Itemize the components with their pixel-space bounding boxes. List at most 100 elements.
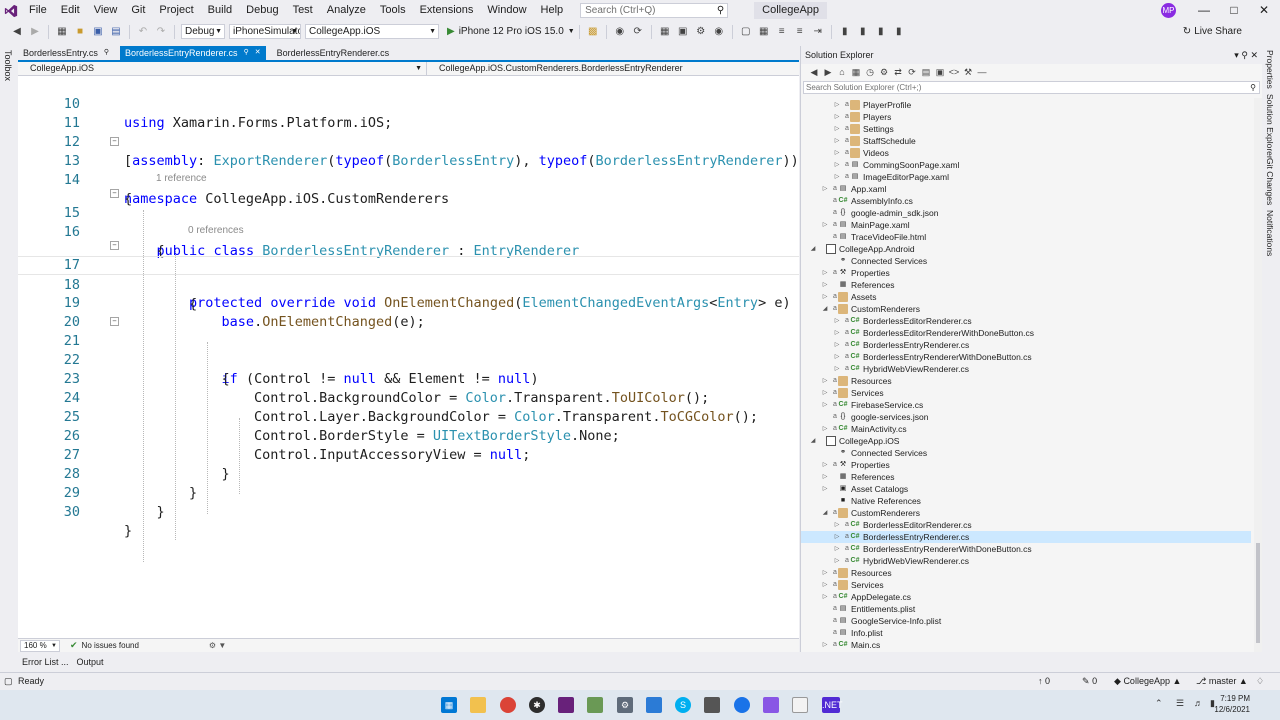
tree-item[interactable]: ▷ a ⚒ Properties (801, 459, 1251, 471)
tree-item[interactable]: ▷ a C# Main.cs (801, 639, 1251, 651)
menu-build[interactable]: Build (201, 0, 239, 21)
visual-studio-icon[interactable] (558, 697, 574, 713)
expand-arrow-icon[interactable]: ▷ (833, 159, 841, 171)
tree-item[interactable]: ▷ a C# BorderlessEntryRendererWithDoneButto… (801, 351, 1251, 363)
format-icon[interactable]: ≡ (774, 24, 790, 40)
codelens-references[interactable]: 1 reference (156, 172, 207, 185)
configuration-select[interactable]: Debug ▼ (181, 24, 225, 39)
skype-icon[interactable]: S (675, 697, 691, 713)
switch-views-icon[interactable]: ▦ (849, 65, 863, 79)
tree-item[interactable]: ▷ ▦ References (801, 471, 1251, 483)
solution-explorer-search[interactable]: Search Solution Explorer (Ctrl+;) ⚲ (803, 81, 1260, 94)
collapse-icon[interactable]: – (110, 241, 119, 250)
expand-arrow-icon[interactable]: ▷ (833, 519, 841, 531)
doc-tab-borderless-entry-renderer-android[interactable]: BorderlessEntryRenderer.cs (272, 46, 395, 60)
run-button[interactable]: ▶ iPhone 12 Pro iOS 15.0 ▼ (447, 26, 575, 37)
tree-item[interactable]: ▷ a C# AppDelegate.cs (801, 591, 1251, 603)
start-icon[interactable]: ▦ (441, 697, 457, 713)
chrome-icon[interactable] (500, 697, 516, 713)
expand-arrow-icon[interactable]: ▷ (821, 591, 829, 603)
menu-project[interactable]: Project (152, 0, 200, 21)
pin-icon[interactable]: ⚲ (1241, 50, 1248, 60)
expand-arrow-icon[interactable]: ▷ (821, 279, 829, 291)
history-icon[interactable]: ◷ (863, 65, 877, 79)
menu-test[interactable]: Test (286, 0, 320, 21)
tree-item[interactable]: ▷ a Services (801, 387, 1251, 399)
tree-item[interactable]: ◢ a CustomRenderers (801, 303, 1251, 315)
expand-arrow-icon[interactable]: ▷ (821, 471, 829, 483)
collapse-arrow-icon[interactable]: ◢ (809, 435, 817, 447)
indent-icon[interactable]: ⇥ (810, 24, 826, 40)
expand-arrow-icon[interactable]: ▷ (821, 423, 829, 435)
menu-window[interactable]: Window (480, 0, 533, 21)
tree-item[interactable]: ▷ a ⚒ Properties (801, 267, 1251, 279)
expand-arrow-icon[interactable]: ▷ (821, 483, 829, 495)
tree-item[interactable]: ◢ a CustomRenderers (801, 507, 1251, 519)
save-all-icon[interactable]: ▤ (108, 24, 124, 40)
settings-icon[interactable]: ⚙ (617, 697, 633, 713)
expand-arrow-icon[interactable]: ▷ (821, 639, 829, 651)
snipping-tool-icon[interactable] (704, 697, 720, 713)
forward-icon[interactable]: ▶ (821, 65, 835, 79)
tree-item[interactable]: ▷ a C# BorderlessEditorRenderer.cs (801, 315, 1251, 327)
dotnet-icon[interactable]: .NET (822, 697, 843, 713)
collapse-icon[interactable]: – (110, 137, 119, 146)
expand-arrow-icon[interactable]: ▷ (821, 579, 829, 591)
solution-explorer-scrollbar[interactable] (1254, 98, 1262, 652)
branch-select[interactable]: ⎇ master ▲ (1196, 673, 1248, 690)
inspect-icon[interactable]: ◉ (711, 24, 727, 40)
properties-tab[interactable]: Properties (1265, 50, 1275, 89)
expand-arrow-icon[interactable]: ▷ (833, 531, 841, 543)
close-tab-icon[interactable]: ✕ (255, 46, 261, 60)
tree-item[interactable]: ▷ a C# BorderlessEntryRendererWithDoneButto… (801, 543, 1251, 555)
collapse-arrow-icon[interactable]: ◢ (809, 243, 817, 255)
back-icon[interactable]: ◀ (9, 24, 25, 40)
clock[interactable]: 7:19 PM 12/6/2021 (1214, 693, 1250, 715)
menu-debug[interactable]: Debug (239, 0, 285, 21)
tree-item[interactable]: a ▤ GoogleService-Info.plist (801, 615, 1251, 627)
undo-icon[interactable]: ↶ (135, 24, 151, 40)
tree-item[interactable]: ◢ CollegeApp.Android (801, 243, 1251, 255)
wifi-icon[interactable]: ☰ (1176, 698, 1184, 709)
code-editor[interactable]: 10 using Xamarin.Forms.Platform.iOS; 11 … (18, 76, 799, 638)
menu-git[interactable]: Git (124, 0, 152, 21)
tree-item[interactable]: ▷ a C# BorderlessEntryRenderer.cs (801, 531, 1251, 543)
maximize-icon[interactable]: □ (1220, 0, 1248, 21)
maps-icon[interactable] (734, 697, 750, 713)
tree-item[interactable]: ▷ a C# HybridWebViewRenderer.cs (801, 555, 1251, 567)
tree-item[interactable]: ▷ a Assets (801, 291, 1251, 303)
tree-item[interactable]: ▷ a PlayerProfile (801, 99, 1251, 111)
prev-bookmark-icon[interactable]: ▮ (855, 24, 871, 40)
tab-output[interactable]: Output (73, 655, 108, 669)
expand-arrow-icon[interactable]: ▷ (833, 339, 841, 351)
push-count[interactable]: ↑ 0 (1038, 673, 1050, 690)
expand-arrow-icon[interactable]: ▷ (821, 219, 829, 231)
tree-item[interactable]: ⚭ Connected Services (801, 447, 1251, 459)
tree-item[interactable]: ▷ a ▤ CommingSoonPage.xaml (801, 159, 1251, 171)
save-icon[interactable]: ▣ (90, 24, 106, 40)
live-share-button[interactable]: ↻ Live Share (1183, 21, 1242, 42)
layout-icon[interactable]: ▦ (756, 24, 772, 40)
expand-arrow-icon[interactable]: ▷ (833, 135, 841, 147)
tree-item[interactable]: a C# AssemblyInfo.cs (801, 195, 1251, 207)
tree-item[interactable]: ▷ a Settings (801, 123, 1251, 135)
tree-item[interactable]: ▷ a Videos (801, 147, 1251, 159)
tree-item[interactable]: ⚭ Connected Services (801, 255, 1251, 267)
type-nav-select[interactable]: CollegeApp.iOS.CustomRenderers.Borderles… (426, 62, 799, 75)
tree-item[interactable]: ▷ a C# FirebaseService.cs (801, 399, 1251, 411)
notifications-tab[interactable]: Notifications (1265, 210, 1275, 256)
menu-extensions[interactable]: Extensions (413, 0, 481, 21)
menu-help[interactable]: Help (534, 0, 571, 21)
platform-select[interactable]: iPhoneSimulator ▼ (229, 24, 301, 39)
tree-item[interactable]: ▷ a ▤ App.xaml (801, 183, 1251, 195)
back-icon[interactable]: ◀ (807, 65, 821, 79)
pin-icon[interactable]: ⚲ (244, 46, 249, 60)
close-icon[interactable]: ✕ (1250, 50, 1258, 60)
expand-arrow-icon[interactable]: ▷ (833, 99, 841, 111)
show-all-files-icon[interactable]: ▣ (933, 65, 947, 79)
visual-studio-preview-icon[interactable] (763, 697, 779, 713)
refresh-icon[interactable]: ⟳ (630, 24, 646, 40)
forward-icon[interactable]: ▶ (27, 24, 43, 40)
code-view-icon[interactable]: <> (947, 65, 961, 79)
tree-item[interactable]: ▷ a Resources (801, 375, 1251, 387)
